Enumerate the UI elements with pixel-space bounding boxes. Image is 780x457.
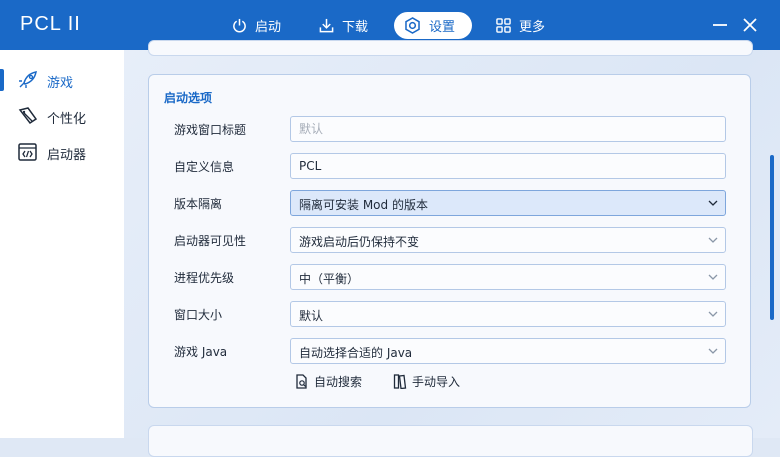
chevron-down-icon: [708, 237, 718, 243]
game-java-select[interactable]: 自动选择合适的 Java: [290, 338, 726, 364]
scrollbar-thumb[interactable]: [770, 155, 774, 320]
close-icon[interactable]: [741, 16, 759, 34]
select-value: 中（平衡）: [299, 272, 360, 286]
manual-import-button[interactable]: 手动导入: [393, 373, 460, 390]
active-indicator: [0, 69, 4, 91]
nav-download-label: 下载: [342, 20, 369, 35]
section-title: 启动选项: [164, 91, 213, 105]
minimize-icon[interactable]: [711, 16, 729, 34]
app-title: PCL II: [20, 13, 81, 35]
nav-more[interactable]: 更多: [486, 12, 555, 39]
download-icon: [319, 18, 334, 33]
settings-content: 启动选项 游戏窗口标题 自定义信息 版本隔离 隔离可安装 Mod 的版本 启动器…: [124, 40, 780, 457]
nav-settings-label: 设置: [429, 20, 456, 35]
select-value: 自动选择合适的 Java: [299, 346, 413, 360]
launcher-visibility-select[interactable]: 游戏启动后仍保持不变: [290, 227, 726, 253]
field-label: 自定义信息: [174, 160, 235, 174]
sidebar-item-label: 启动器: [47, 148, 87, 163]
process-priority-select[interactable]: 中（平衡）: [290, 264, 726, 290]
nav-launch[interactable]: 启动: [222, 12, 291, 39]
nav-launch-label: 启动: [255, 20, 282, 35]
previous-card: [148, 40, 753, 56]
next-card: [148, 425, 753, 457]
brush-icon: [18, 107, 38, 125]
select-value: 默认: [299, 309, 324, 323]
code-window-icon: [18, 143, 37, 161]
chevron-down-icon: [708, 200, 718, 206]
file-search-icon: [296, 374, 307, 389]
sidebar: 游戏 个性化 启动器: [0, 50, 124, 438]
field-label: 进程优先级: [174, 271, 235, 285]
version-isolation-select[interactable]: 隔离可安装 Mod 的版本: [290, 190, 726, 216]
field-label: 游戏 Java: [174, 345, 228, 359]
sidebar-item-game[interactable]: 游戏: [0, 65, 124, 95]
nav-download[interactable]: 下载: [309, 12, 378, 39]
window-size-select[interactable]: 默认: [290, 301, 726, 327]
sidebar-item-label: 游戏: [47, 76, 74, 91]
select-value: 游戏启动后仍保持不变: [299, 235, 420, 249]
chevron-down-icon: [708, 348, 718, 354]
launch-options-card: 启动选项 游戏窗口标题 自定义信息 版本隔离 隔离可安装 Mod 的版本 启动器…: [148, 74, 751, 408]
chevron-down-icon: [708, 274, 718, 280]
field-label: 启动器可见性: [174, 234, 247, 248]
grid-icon: [496, 18, 511, 33]
field-label: 版本隔离: [174, 197, 223, 211]
field-label: 游戏窗口标题: [174, 123, 247, 137]
auto-search-button[interactable]: 自动搜索: [295, 373, 362, 390]
select-value: 隔离可安装 Mod 的版本: [299, 198, 428, 212]
sidebar-item-launcher[interactable]: 启动器: [0, 137, 124, 167]
sidebar-item-personalize[interactable]: 个性化: [0, 101, 124, 131]
manual-import-label: 手动导入: [412, 375, 461, 389]
rocket-icon: [19, 71, 37, 88]
window-title-input[interactable]: [290, 116, 726, 142]
nav-more-label: 更多: [519, 20, 546, 35]
custom-info-input[interactable]: [290, 153, 726, 179]
gear-icon: [405, 17, 420, 34]
field-label: 窗口大小: [174, 308, 223, 322]
power-icon: [233, 18, 246, 33]
book-icon: [393, 374, 407, 389]
sidebar-item-label: 个性化: [47, 112, 87, 127]
nav-settings[interactable]: 设置: [394, 12, 472, 39]
auto-search-label: 自动搜索: [314, 375, 363, 389]
chevron-down-icon: [708, 311, 718, 317]
